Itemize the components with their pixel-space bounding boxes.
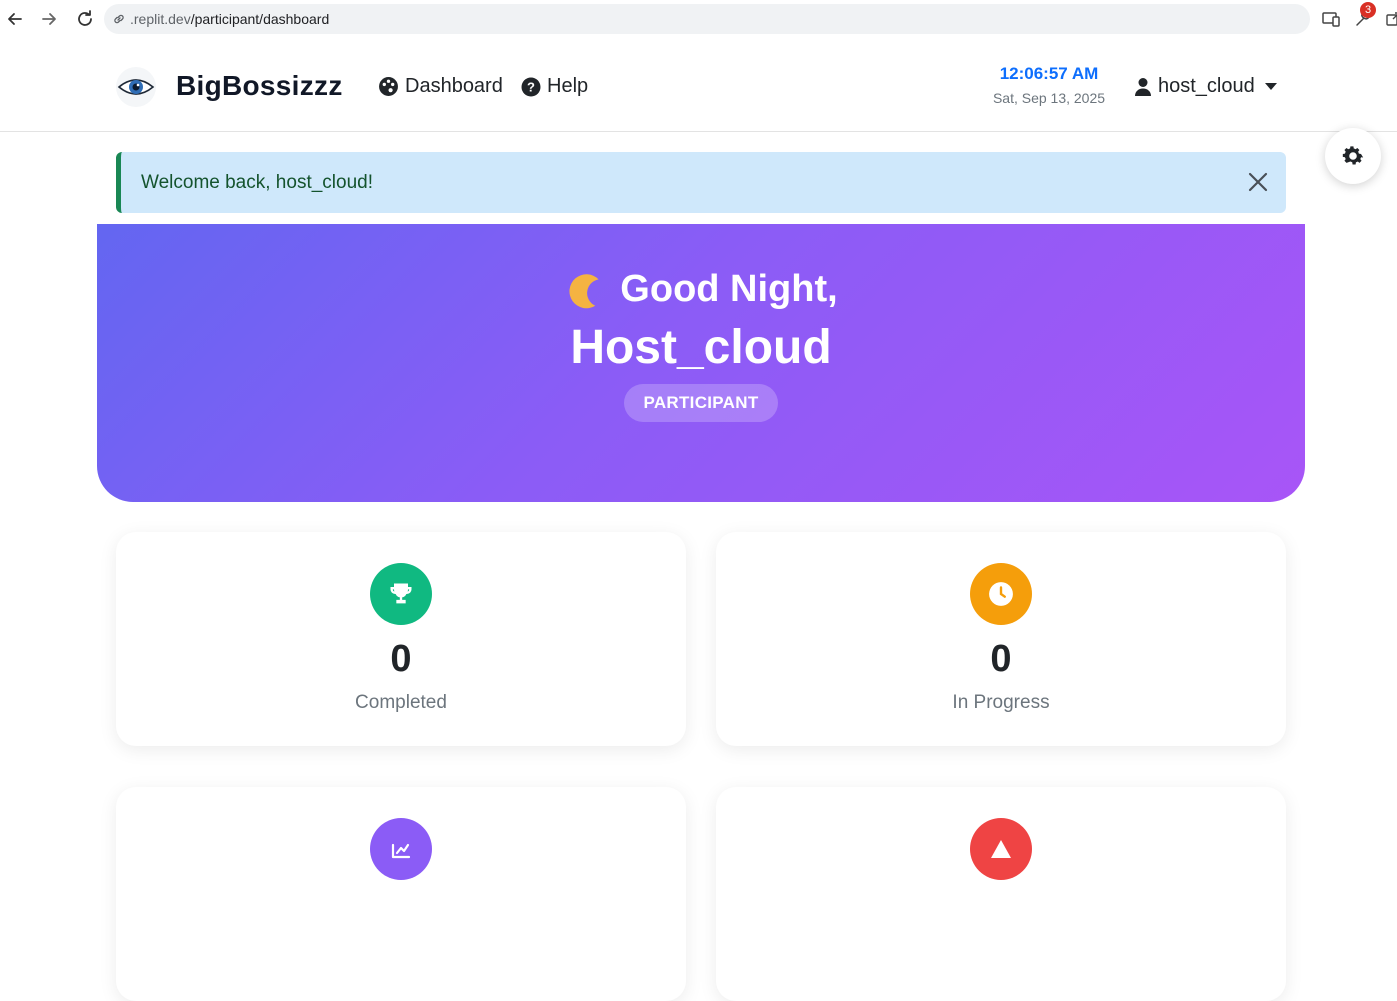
reload-button[interactable] <box>72 6 98 32</box>
user-display-name: Host_cloud <box>570 321 832 374</box>
stat-card-completed: 0 Completed <box>116 532 686 746</box>
settings-button[interactable] <box>1325 128 1381 184</box>
nav-dashboard[interactable]: Dashboard <box>378 75 503 98</box>
close-icon <box>1248 172 1268 192</box>
in-progress-count: 0 <box>990 638 1012 680</box>
welcome-alert: Welcome back, host_cloud! <box>116 152 1286 213</box>
stat-card-third <box>116 787 686 1001</box>
link-icon <box>112 12 126 26</box>
stat-card-in-progress: 0 In Progress <box>716 532 1286 746</box>
welcome-hero: Good Night, Host_cloud PARTICIPANT <box>97 224 1305 502</box>
chart-icon <box>370 818 432 880</box>
gear-icon <box>1342 146 1364 165</box>
brand-name[interactable]: BigBossizzz <box>176 70 343 102</box>
arrow-right-icon <box>42 13 56 25</box>
clock-date: Sat, Sep 13, 2025 <box>992 90 1106 106</box>
greeting-text: Good Night, <box>620 268 838 310</box>
clock-time: 12:06:57 AM <box>999 64 1099 83</box>
address-bar[interactable]: .replit.dev/participant/dashboard <box>104 4 1310 34</box>
clock-widget: 12:06:57 AM Sat, Sep 13, 2025 <box>990 64 1108 106</box>
in-progress-label: In Progress <box>952 692 1050 713</box>
brand-logo[interactable] <box>114 65 158 109</box>
nav-dashboard-label: Dashboard <box>405 75 503 97</box>
nav-help[interactable]: ? Help <box>521 75 588 98</box>
question-circle-icon: ? <box>521 77 541 96</box>
svg-text:?: ? <box>527 79 535 94</box>
arrow-left-icon <box>8 13 22 25</box>
user-icon <box>1135 77 1151 96</box>
app-navbar: BigBossizzz Dashboard ? Help 12:06:57 AM… <box>0 40 1397 132</box>
forward-button[interactable] <box>36 6 62 32</box>
url-host: .replit.dev <box>130 11 191 27</box>
clock-icon <box>970 563 1032 625</box>
role-badge: PARTICIPANT <box>624 384 778 422</box>
alert-icon <box>970 818 1032 880</box>
url-path: /participant/dashboard <box>190 11 330 27</box>
open-external-icon[interactable] <box>1382 8 1397 30</box>
palette-icon <box>379 77 398 96</box>
completed-label: Completed <box>355 692 447 713</box>
reload-icon <box>78 10 92 26</box>
nav-help-label: Help <box>547 75 589 97</box>
greeting: Good Night, <box>97 268 1305 311</box>
completed-count: 0 <box>390 638 412 680</box>
alert-close-button[interactable] <box>1244 168 1272 196</box>
moon-icon <box>564 271 604 309</box>
browser-toolbar: .replit.dev/participant/dashboard 3 <box>0 0 1397 40</box>
user-name: host_cloud <box>1158 75 1255 97</box>
back-button[interactable] <box>2 6 28 32</box>
chevron-down-icon <box>1264 83 1277 90</box>
stat-card-fourth <box>716 787 1286 1001</box>
alert-message: Welcome back, host_cloud! <box>141 171 373 193</box>
user-dropdown[interactable]: host_cloud <box>1134 75 1277 98</box>
trophy-icon <box>370 563 432 625</box>
eye-logo-icon <box>116 67 156 107</box>
cast-icon[interactable] <box>1320 8 1342 30</box>
extension-badge: 3 <box>1360 2 1376 18</box>
